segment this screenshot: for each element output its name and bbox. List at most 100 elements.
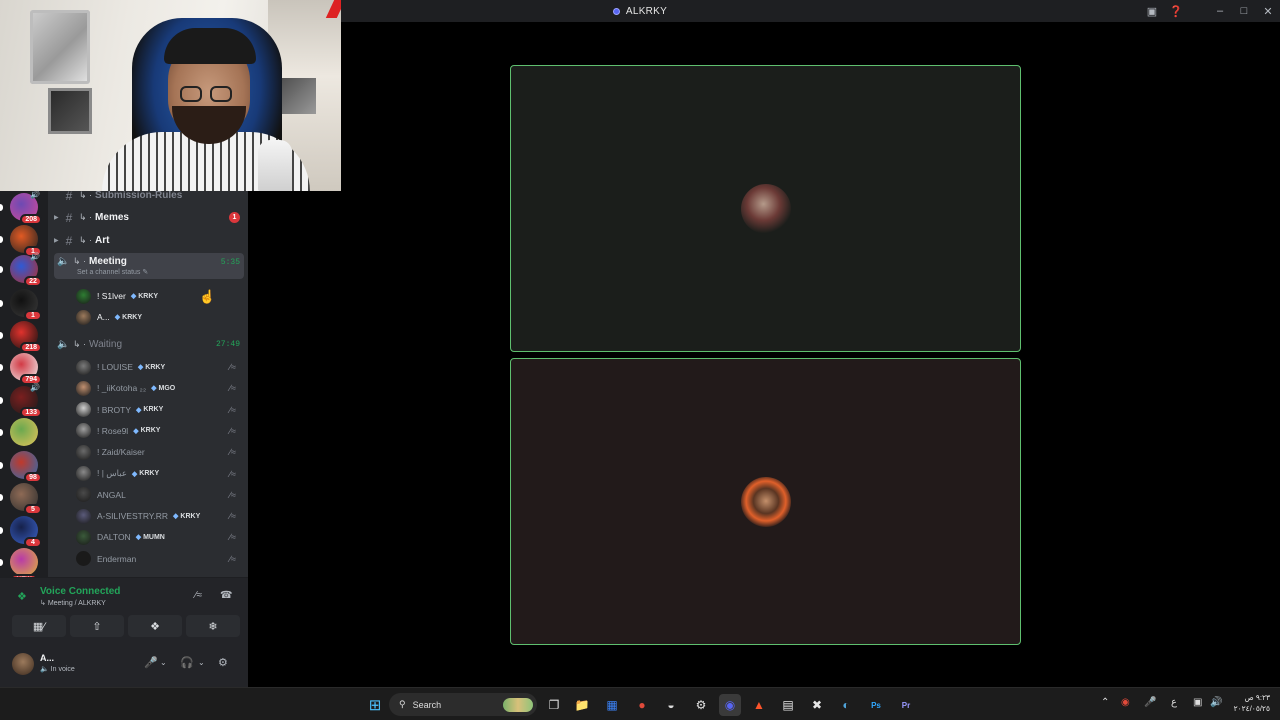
premiere-taskbar-button[interactable]: Pr (895, 694, 917, 716)
soundboard-icon: ❄ (208, 620, 218, 633)
capcut-taskbar-button[interactable]: ✖ (806, 694, 828, 716)
chevron-down-icon[interactable]: ⌄ (160, 658, 167, 667)
signal-icon[interactable]: ❖ (17, 590, 27, 603)
participant-tile-speaking[interactable] (510, 65, 1021, 352)
server-icon[interactable]: 1 (10, 289, 42, 321)
activities-button[interactable]: ❖ (128, 615, 182, 637)
minimize-button[interactable]: – (1208, 0, 1232, 22)
camera-off-button[interactable]: ▦∕ (12, 615, 66, 637)
username: Enderman (97, 553, 137, 564)
settings-gear-icon[interactable]: ⚙ (218, 656, 228, 669)
server-icon[interactable]: 1 (10, 225, 42, 257)
voice-user[interactable]: ! Zaid/Kaiser ∕≈ (76, 442, 246, 462)
tray-app-icon[interactable]: ◉ (1121, 697, 1130, 708)
unread-pill (0, 332, 3, 339)
server-icon[interactable]: 🔊 133 (10, 383, 42, 418)
unread-pill (0, 300, 3, 307)
brave-taskbar-button[interactable]: ▲ (748, 694, 770, 716)
voice-user[interactable]: Enderman ∕≈ (76, 549, 246, 569)
task-view-button[interactable]: ❐ (543, 694, 565, 716)
inbox-icon[interactable]: ▣ (1140, 0, 1164, 22)
premiere-icon: Pr (901, 700, 911, 710)
voice-user[interactable]: A... ◆ KRKY (76, 307, 246, 327)
avatar (76, 529, 91, 545)
voice-status[interactable]: Voice Connected (40, 586, 120, 597)
server-icon[interactable]: 98 (10, 451, 42, 483)
voice-user[interactable]: ! S1lver ◆ KRKY (76, 286, 246, 306)
voice-user[interactable]: ! BROTY ◆ KRKY ∕≈ (76, 400, 246, 420)
network-icon[interactable]: ▣ (1193, 697, 1202, 708)
server-icon[interactable]: NEW (10, 548, 38, 585)
channel-memes[interactable]: ▶ # ↳ · Memes 1 (54, 207, 244, 228)
noise-suppression-icon[interactable]: ∕≈ (195, 590, 202, 601)
chevron-up-icon[interactable]: ⌃ (1101, 697, 1109, 708)
mouse-cursor-icon: ☝ (199, 289, 216, 304)
voice-user[interactable]: DALTON ◆ MUMN ∕≈ (76, 527, 246, 547)
voice-location: ↳ Meeting / ALKRKY (40, 600, 106, 607)
deafened-icon: ∕≈ (229, 425, 236, 436)
server-icon[interactable]: 218 (10, 321, 42, 353)
avatar[interactable] (12, 653, 34, 675)
notes-taskbar-button[interactable]: ▤ (777, 694, 799, 716)
app-taskbar-button[interactable]: ◒ (660, 694, 682, 716)
deafened-icon: ∕≈ (229, 362, 236, 372)
user-panel: A... 🔈 In voice 🎤 ⌄ 🎧 ⌄ ⚙ (0, 643, 248, 687)
headphones-icon[interactable]: 🎧 (180, 656, 194, 669)
server-icon[interactable]: 794 (10, 353, 42, 385)
steam-client-taskbar-button[interactable]: ⚙ (690, 694, 712, 716)
steam-client-icon: ⚙ (695, 698, 707, 712)
start-button[interactable]: ⊞ (364, 694, 386, 716)
voice-user[interactable]: ANGAL ∕≈ (76, 485, 246, 505)
input-language[interactable]: ع (1171, 697, 1177, 708)
channel-waiting[interactable]: 🔈 ↳ · Waiting 27:49 (54, 334, 244, 355)
participant-tile[interactable] (510, 358, 1021, 645)
voice-user[interactable]: ! LOUISE ◆ KRKY ∕≈ (76, 357, 246, 377)
soundboard-button[interactable]: ❄ (186, 615, 240, 637)
microphone-icon[interactable]: 🎤 (144, 656, 158, 669)
avatar (76, 444, 91, 460)
photoshop-taskbar-button[interactable]: Ps (865, 694, 887, 716)
close-button[interactable]: ✕ (1256, 0, 1280, 22)
username: ! S1lver (97, 291, 126, 301)
channel-art[interactable]: ▶ # ↳ · Art (54, 230, 244, 251)
camera-off-icon: ▦∕ (32, 620, 46, 633)
pencil-icon: ✎ (142, 269, 149, 276)
microphone-tray-icon[interactable]: 🎤 (1144, 697, 1156, 708)
username[interactable]: A... (40, 653, 54, 663)
server-badge: 208 (20, 214, 42, 225)
deafened-icon: ∕≈ (229, 511, 236, 522)
volume-icon[interactable]: 🔊 (1210, 697, 1222, 708)
maximize-button[interactable]: □ (1232, 0, 1256, 22)
server-icon[interactable] (10, 418, 38, 446)
mention-badge: 1 (229, 212, 240, 223)
discord-taskbar-button[interactable]: ◉ (719, 694, 741, 716)
server-icon[interactable]: 5 (10, 483, 42, 515)
voice-user[interactable]: A-SILIVESTRY.RR ◆ KRKY ∕≈ (76, 506, 246, 526)
store-taskbar-button[interactable]: ▦ (601, 694, 623, 716)
channel-status[interactable]: Set a channel status ✎ (77, 268, 148, 276)
share-screen-button[interactable]: ⇧ (70, 615, 124, 637)
text-channel-icon: # (65, 233, 73, 248)
unread-pill (0, 494, 3, 501)
server-icon[interactable]: 4 (10, 516, 42, 548)
voice-user[interactable]: ! | عباس ◆ KRKY ∕≈ (76, 464, 246, 484)
unread-pill (0, 266, 3, 273)
voice-user[interactable]: ! Rose9l ◆ KRKY ∕≈ (76, 421, 246, 441)
steam-taskbar-button[interactable]: ◐ (835, 694, 857, 716)
chrome-taskbar-button[interactable]: ● (631, 694, 653, 716)
taskbar-search[interactable]: ⚲ Search (389, 693, 537, 716)
channel-submission-rules[interactable]: # ↳ · Submission-Rules (54, 191, 244, 206)
help-icon[interactable]: ❓ (1164, 0, 1188, 22)
server-tag: ◆ KRKY (130, 292, 159, 301)
channel-meeting[interactable]: 🔈 ↳ · Meeting 5:35 Set a channel status ✎ (54, 253, 244, 279)
disconnect-icon[interactable]: ☎ (220, 590, 232, 601)
clock[interactable]: ٩:٢٣ ص ٢٠٢٤/٠٥/٢٥ (1234, 692, 1270, 714)
file-explorer-taskbar-button[interactable]: 📁 (571, 694, 593, 716)
chevron-down-icon[interactable]: ⌄ (198, 658, 205, 667)
server-tag: ◆ KRKY (136, 406, 164, 414)
server-icon[interactable]: 🔊 208 (10, 190, 42, 225)
avatar (76, 309, 91, 325)
server-icon[interactable]: 🔊 22 (10, 252, 42, 287)
avatar (76, 423, 91, 439)
voice-user[interactable]: ! _iiKotoha ₂₂ ◆ MGO ∕≈ (76, 378, 246, 398)
